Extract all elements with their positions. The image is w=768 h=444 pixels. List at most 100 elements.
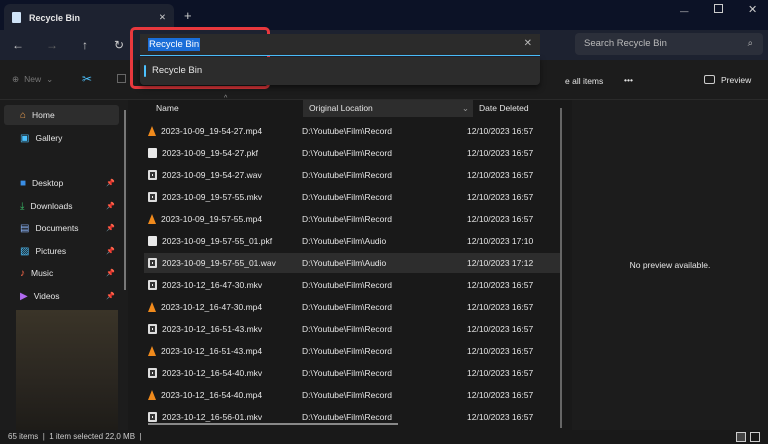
- media-file-icon: [148, 412, 157, 422]
- vlc-icon: [148, 214, 156, 224]
- preview-button[interactable]: Preview: [704, 75, 751, 85]
- media-file-icon: [148, 324, 157, 334]
- sidebar-item-pictures[interactable]: ▨ Pictures 📌: [4, 241, 119, 261]
- item-count: 65 items: [8, 432, 39, 441]
- sidebar-item-desktop[interactable]: ■ Desktop 📌: [4, 173, 119, 193]
- file-list: Name ^ Original Location ⌄ Date Deleted …: [138, 95, 566, 430]
- selection-info: 1 item selected 22,0 MB: [49, 432, 136, 441]
- file-name: 2023-10-09_19-54-27.pkf: [162, 148, 258, 158]
- media-file-icon: [148, 192, 157, 202]
- back-icon[interactable]: ←: [10, 37, 26, 53]
- date-deleted: 12/10/2023 16:57: [467, 170, 534, 180]
- original-location: D:\Youtube\Film\Record: [302, 148, 392, 158]
- file-row[interactable]: 2023-10-09_19-54-27.pkf D:\Youtube\Film\…: [144, 143, 560, 163]
- up-icon[interactable]: ↑: [77, 37, 93, 53]
- maximize-button[interactable]: [714, 4, 723, 13]
- original-location: D:\Youtube\Film\Record: [302, 192, 392, 202]
- no-preview-message: No preview available.: [629, 260, 711, 270]
- vlc-icon: [148, 302, 156, 312]
- search-input[interactable]: Search Recycle Bin: [584, 38, 667, 49]
- new-button[interactable]: ⊕ New ⌄: [12, 74, 53, 85]
- search-box[interactable]: Search Recycle Bin ⌕: [575, 33, 763, 55]
- list-scrollbar-horizontal[interactable]: [148, 423, 398, 425]
- forward-icon[interactable]: →: [44, 37, 60, 53]
- file-row[interactable]: 2023-10-12_16-54-40.mkv D:\Youtube\Film\…: [144, 363, 560, 383]
- new-label: New: [24, 74, 42, 84]
- close-tab-icon[interactable]: ✕: [159, 12, 166, 23]
- file-row[interactable]: 2023-10-12_16-47-30.mp4 D:\Youtube\Film\…: [144, 297, 560, 317]
- sidebar-item-videos[interactable]: ▶ Videos 📌: [4, 286, 119, 306]
- cut-icon[interactable]: ✂: [82, 72, 92, 86]
- file-icon: [148, 236, 157, 246]
- selection-indicator: [144, 65, 146, 77]
- tab-recycle-bin[interactable]: Recycle Bin ✕: [4, 4, 174, 31]
- address-input[interactable]: Recycle Bin: [148, 38, 201, 51]
- file-row[interactable]: 2023-10-12_16-54-40.mp4 D:\Youtube\Film\…: [144, 385, 560, 405]
- restore-all-button[interactable]: e all items: [565, 76, 603, 86]
- preview-label: Preview: [721, 75, 752, 85]
- plus-circle-icon: ⊕: [12, 74, 20, 84]
- column-header-date[interactable]: Date Deleted: [473, 100, 563, 117]
- preview-pane: No preview available.: [572, 100, 768, 430]
- original-location: D:\Youtube\Film\Record: [302, 214, 392, 224]
- sidebar-item-label: Pictures: [35, 246, 67, 256]
- music-icon: ♪: [20, 267, 25, 279]
- pin-icon[interactable]: 📌: [106, 269, 115, 277]
- column-header-location[interactable]: Original Location ⌄: [303, 100, 473, 117]
- sidebar-item-music[interactable]: ♪ Music 📌: [4, 263, 119, 283]
- pin-icon[interactable]: 📌: [106, 179, 115, 187]
- pin-icon[interactable]: 📌: [106, 292, 115, 300]
- pin-icon[interactable]: 📌: [106, 247, 115, 255]
- original-location: D:\Youtube\Film\Record: [302, 368, 392, 378]
- file-row[interactable]: 2023-10-12_16-47-30.mkv D:\Youtube\Film\…: [144, 275, 560, 295]
- pin-icon[interactable]: 📌: [106, 224, 115, 232]
- original-location: D:\Youtube\Film\Record: [302, 170, 392, 180]
- original-location: D:\Youtube\Film\Record: [302, 412, 392, 422]
- tiles-view-icon[interactable]: [750, 432, 760, 442]
- sidebar-item-gallery[interactable]: ▣ Gallery: [4, 128, 119, 148]
- new-tab-button[interactable]: +: [184, 8, 192, 23]
- date-deleted: 12/10/2023 17:12: [467, 258, 534, 268]
- pictures-icon: ▨: [20, 245, 30, 257]
- separator: |: [40, 432, 50, 441]
- vlc-icon: [148, 126, 156, 136]
- vlc-icon: [148, 346, 156, 356]
- file-name: 2023-10-09_19-54-27.wav: [162, 170, 262, 180]
- file-row[interactable]: 2023-10-09_19-57-55.mp4 D:\Youtube\Film\…: [144, 209, 560, 229]
- file-name: 2023-10-12_16-47-30.mp4: [161, 302, 263, 312]
- original-location: D:\Youtube\Film\Audio: [302, 258, 387, 268]
- file-row[interactable]: 2023-10-09_19-54-27.wav D:\Youtube\Film\…: [144, 165, 560, 185]
- file-row[interactable]: 2023-10-09_19-54-27.mp4 D:\Youtube\Film\…: [144, 121, 560, 141]
- list-scrollbar-vertical[interactable]: [560, 108, 562, 428]
- date-deleted: 12/10/2023 16:57: [467, 192, 534, 202]
- file-name: 2023-10-09_19-57-55_01.pkf: [162, 236, 273, 246]
- status-bar: 65 items | 1 item selected 22,0 MB |: [0, 430, 768, 444]
- file-row[interactable]: 2023-10-09_19-57-55.mkv D:\Youtube\Film\…: [144, 187, 560, 207]
- address-bar[interactable]: Recycle Bin ✕: [140, 34, 540, 56]
- details-view-icon[interactable]: [736, 432, 746, 442]
- pin-icon[interactable]: 📌: [106, 202, 115, 210]
- media-file-icon: [148, 170, 157, 180]
- file-name: 2023-10-09_19-57-55_01.wav: [162, 258, 276, 268]
- sidebar-scrollbar[interactable]: [124, 110, 126, 290]
- refresh-icon[interactable]: ↻: [111, 37, 127, 53]
- file-name: 2023-10-09_19-57-55.mp4: [161, 214, 263, 224]
- file-name: 2023-10-12_16-51-43.mkv: [162, 324, 263, 334]
- minimize-button[interactable]: —: [680, 6, 689, 16]
- copy-icon[interactable]: [117, 74, 126, 83]
- more-options-button[interactable]: •••: [624, 75, 633, 85]
- column-header-name[interactable]: Name: [150, 100, 308, 117]
- chevron-down-icon[interactable]: ⌄: [462, 100, 469, 117]
- sidebar-item-home[interactable]: ⌂ Home: [4, 105, 119, 125]
- clear-icon[interactable]: ✕: [524, 38, 532, 49]
- file-row[interactable]: 2023-10-09_19-57-55_01.pkf D:\Youtube\Fi…: [144, 231, 560, 251]
- file-row[interactable]: 2023-10-12_16-51-43.mkv D:\Youtube\Film\…: [144, 319, 560, 339]
- sidebar-item-downloads[interactable]: ⤓ Downloads 📌: [4, 196, 119, 216]
- suggestion-item[interactable]: Recycle Bin: [152, 65, 202, 76]
- file-row[interactable]: 2023-10-12_16-51-43.mp4 D:\Youtube\Film\…: [144, 341, 560, 361]
- sidebar-item-documents[interactable]: ▤ Documents 📌: [4, 218, 119, 238]
- file-row[interactable]: 2023-10-09_19-57-55_01.wav D:\Youtube\Fi…: [144, 253, 560, 273]
- sidebar-item-label: Home: [32, 110, 55, 120]
- gallery-icon: ▣: [20, 132, 30, 144]
- close-window-button[interactable]: ✕: [748, 3, 757, 16]
